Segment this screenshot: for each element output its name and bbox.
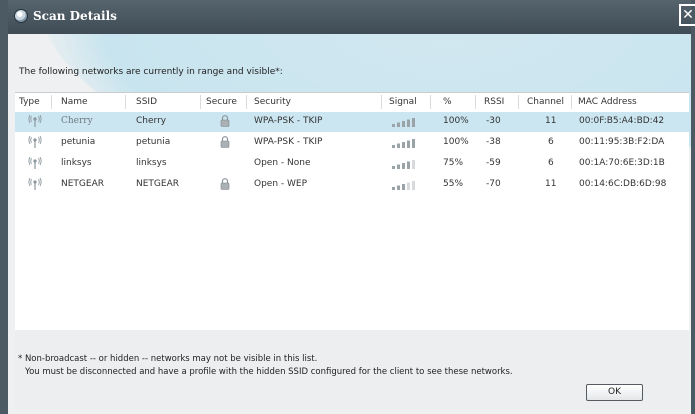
lock-icon <box>220 136 230 148</box>
wifi-antenna-icon <box>28 156 42 169</box>
cell-percent: 100% <box>443 137 469 147</box>
table-row[interactable]: linksys linksys Open - None 75% -59 6 00:1A:70… <box>15 154 689 174</box>
hidden-networks-note-detail: You must be disconnected and have a prof… <box>25 367 513 377</box>
column-header-channel[interactable]: Channel <box>527 97 564 107</box>
window-title: Scan Details <box>33 9 117 23</box>
column-header-percent[interactable]: % <box>443 97 452 107</box>
cell-percent: 100% <box>443 116 469 126</box>
cell-channel: 6 <box>548 137 554 147</box>
cell-name: Cherry <box>61 116 93 126</box>
cell-name: NETGEAR <box>61 179 104 189</box>
lock-icon <box>220 115 230 127</box>
cell-percent: 75% <box>443 158 464 168</box>
hidden-networks-note: * Non-broadcast -- or hidden -- networks… <box>18 354 318 364</box>
column-header-signal[interactable]: Signal <box>389 97 417 107</box>
cell-security: Open - WEP <box>254 179 308 189</box>
cell-rssi: -59 <box>486 158 501 168</box>
cell-rssi: -38 <box>486 137 501 147</box>
cell-ssid: Cherry <box>136 116 167 126</box>
networks-table: Type Name SSID Secure Security Signal % … <box>15 92 689 331</box>
cell-ssid: NETGEAR <box>136 179 179 189</box>
cell-ssid: linksys <box>136 158 167 168</box>
cell-mac-address: 00:14:6C:DB:6D:98 <box>579 179 667 189</box>
dialog-content: The following networks are currently in … <box>8 34 691 414</box>
table-header: Type Name SSID Secure Security Signal % … <box>15 93 689 111</box>
column-header-security[interactable]: Security <box>254 97 291 107</box>
column-header-ssid[interactable]: SSID <box>136 97 157 107</box>
cell-mac-address: 00:11:95:3B:F2:DA <box>579 137 665 147</box>
signal-bars-icon <box>392 181 415 190</box>
cell-name: linksys <box>61 158 92 168</box>
column-header-type[interactable]: Type <box>19 97 40 107</box>
scan-details-window: Scan Details ✕ The following networks ar… <box>0 0 695 414</box>
cell-mac-address: 00:0F:B5:A4:BD:42 <box>579 116 665 126</box>
cell-security: Open - None <box>254 158 311 168</box>
cell-security: WPA-PSK - TKIP <box>254 116 323 126</box>
table-row[interactable]: petunia petunia WPA-PSK - TKIP 100% -38 6 00:1… <box>15 133 689 153</box>
intro-text: The following networks are currently in … <box>19 67 283 77</box>
cell-name: petunia <box>61 137 96 147</box>
wifi-antenna-icon <box>28 177 42 190</box>
lock-icon <box>220 178 230 190</box>
cell-rssi: -70 <box>486 179 501 189</box>
table-row[interactable]: NETGEAR NETGEAR Open - WEP 55% -70 11 00:14:6C… <box>15 175 689 195</box>
column-header-rssi[interactable]: RSSI <box>484 97 504 107</box>
wifi-antenna-icon <box>28 114 42 127</box>
signal-bars-icon <box>392 160 415 169</box>
cell-rssi: -30 <box>486 116 501 126</box>
cell-security: WPA-PSK - TKIP <box>254 137 323 147</box>
signal-bars-icon <box>392 139 415 148</box>
signal-bars-icon <box>392 118 415 127</box>
cell-channel: 11 <box>545 116 557 126</box>
cell-percent: 55% <box>443 179 464 189</box>
column-header-name[interactable]: Name <box>61 97 88 107</box>
close-icon: ✕ <box>682 7 694 23</box>
column-header-secure[interactable]: Secure <box>206 97 237 107</box>
cell-ssid: petunia <box>136 137 171 147</box>
ok-button[interactable]: OK <box>586 384 643 401</box>
cell-channel: 6 <box>548 158 554 168</box>
column-header-mac-address[interactable]: MAC Address <box>578 97 637 107</box>
wifi-antenna-icon <box>28 135 42 148</box>
close-button[interactable]: ✕ <box>679 4 695 26</box>
table-row[interactable]: Cherry Cherry WPA-PSK - TKIP 100% -30 11 00:0F… <box>15 112 689 132</box>
title-bar[interactable]: Scan Details ✕ <box>8 0 695 34</box>
cell-channel: 11 <box>545 179 557 189</box>
cell-mac-address: 00:1A:70:6E:3D:1B <box>579 158 665 168</box>
app-globe-icon <box>14 9 28 23</box>
